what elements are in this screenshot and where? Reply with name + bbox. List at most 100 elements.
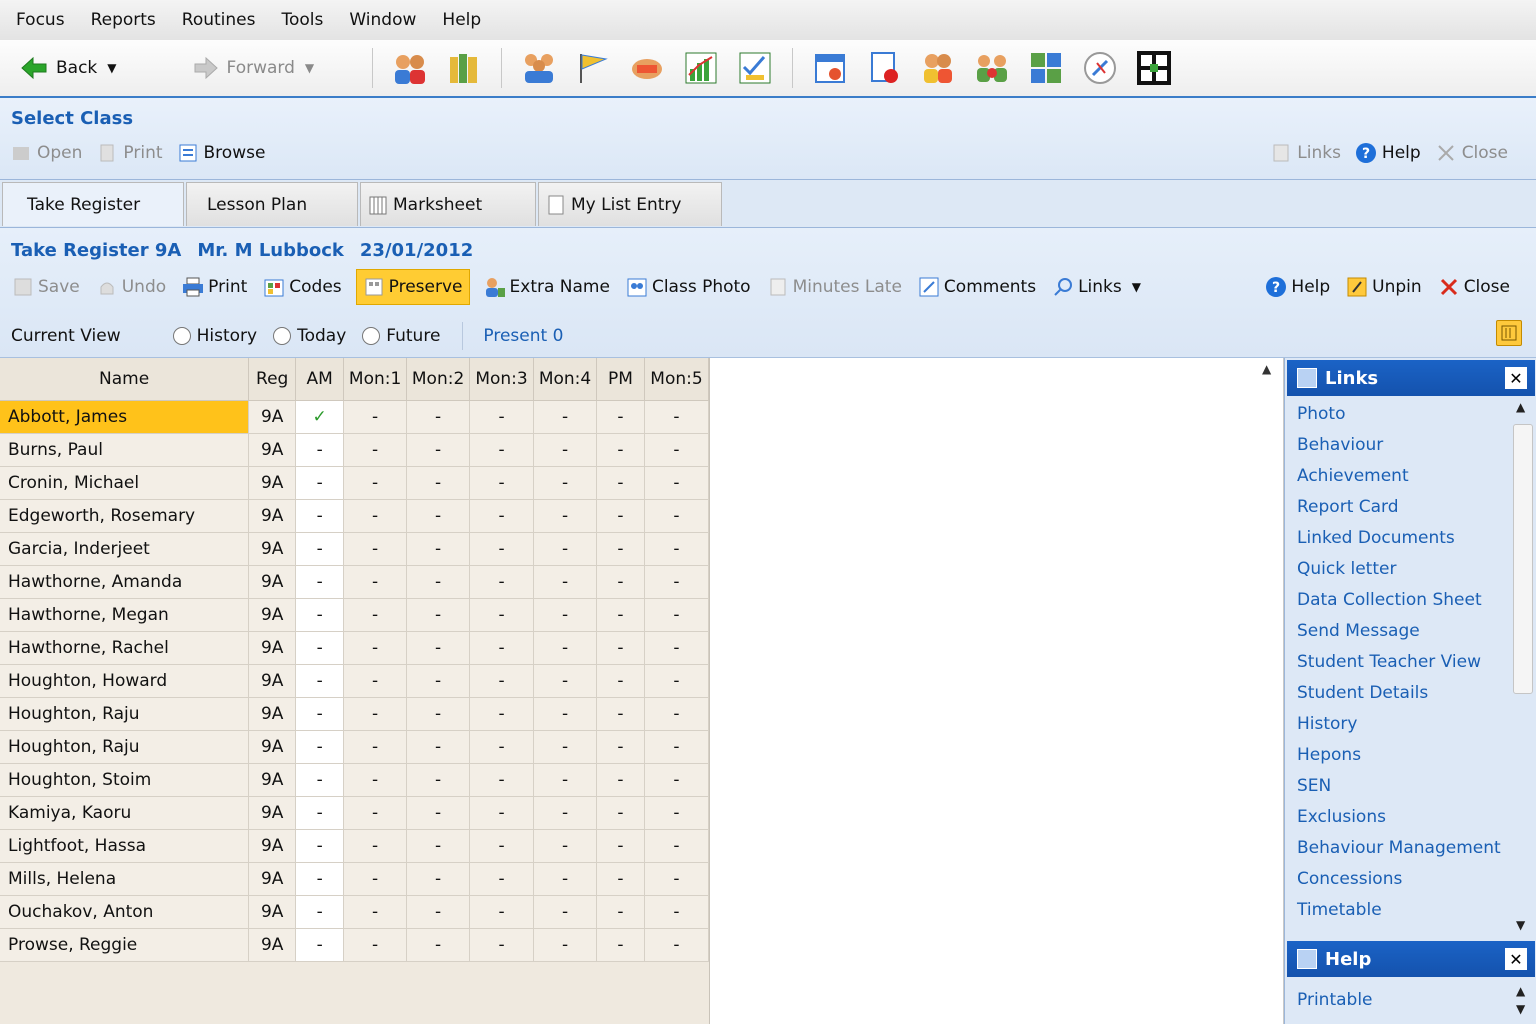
view-today-radio[interactable]: Today	[273, 326, 346, 346]
tab-my-list-entry[interactable]: My List Entry	[538, 182, 722, 226]
help-scroll-up-icon[interactable]: ▲	[1516, 984, 1525, 998]
table-row[interactable]: Lightfoot, Hassa 9A - - - - - - -	[0, 829, 710, 863]
reg-group-cell[interactable]: 9A	[248, 763, 297, 797]
period-mark-cell[interactable]: -	[533, 400, 597, 434]
period-mark-cell[interactable]: -	[406, 598, 471, 632]
reg-group-cell[interactable]: 9A	[248, 499, 297, 533]
period-mark-cell[interactable]: -	[343, 730, 408, 764]
reg-group-cell[interactable]: 9A	[248, 862, 297, 896]
col-mon1-header[interactable]: Mon:1	[343, 358, 408, 401]
save-button[interactable]: Save	[10, 269, 82, 305]
reg-group-cell[interactable]: 9A	[248, 565, 297, 599]
period-mark-cell[interactable]: -	[596, 565, 645, 599]
period-mark-cell[interactable]: -	[469, 565, 535, 599]
panel-pin-icon[interactable]	[1496, 320, 1522, 346]
student-name-cell[interactable]: Abbott, James	[0, 400, 250, 434]
student-name-cell[interactable]: Houghton, Stoim	[0, 763, 250, 797]
grid-people-icon[interactable]	[1026, 48, 1066, 88]
help-button[interactable]: ? Help	[1355, 142, 1421, 164]
period-mark-cell[interactable]: -	[533, 433, 597, 467]
help-scroll-down-icon[interactable]: ▼	[1516, 1002, 1525, 1016]
register-close-button[interactable]: Close	[1436, 269, 1512, 305]
period-mark-cell[interactable]: -	[596, 928, 645, 962]
reg-group-cell[interactable]: 9A	[248, 928, 297, 962]
student-name-cell[interactable]: Hawthorne, Megan	[0, 598, 250, 632]
period-mark-cell[interactable]: -	[596, 730, 645, 764]
staff-pair-icon[interactable]	[918, 48, 958, 88]
period-mark-cell[interactable]: -	[469, 499, 535, 533]
period-mark-cell[interactable]: -	[469, 730, 535, 764]
period-mark-cell[interactable]: -	[343, 499, 408, 533]
student-name-cell[interactable]: Hawthorne, Rachel	[0, 631, 250, 665]
col-reg-header[interactable]: Reg	[248, 358, 297, 401]
am-mark-cell[interactable]: -	[295, 433, 345, 467]
link-item[interactable]: Achievement	[1297, 460, 1507, 491]
period-mark-cell[interactable]: -	[469, 466, 535, 500]
period-mark-cell[interactable]: -	[644, 763, 710, 797]
am-mark-cell[interactable]: -	[295, 631, 345, 665]
period-mark-cell[interactable]: -	[644, 598, 710, 632]
student-name-cell[interactable]: Ouchakov, Anton	[0, 895, 250, 929]
radio-button[interactable]	[172, 327, 191, 345]
period-mark-cell[interactable]: -	[343, 565, 408, 599]
books-icon[interactable]	[444, 48, 484, 88]
table-row[interactable]: Garcia, Inderjeet 9A - - - - - - -	[0, 532, 710, 566]
table-row[interactable]: Hawthorne, Amanda 9A - - - - - - -	[0, 565, 710, 599]
am-mark-cell[interactable]: ✓	[295, 400, 345, 434]
link-item[interactable]: Linked Documents	[1297, 522, 1507, 553]
period-mark-cell[interactable]: -	[644, 466, 710, 500]
period-mark-cell[interactable]: -	[343, 928, 408, 962]
col-name-header[interactable]: Name	[0, 358, 250, 401]
period-mark-cell[interactable]: -	[343, 895, 408, 929]
period-mark-cell[interactable]: -	[644, 565, 710, 599]
link-item[interactable]: Report Card	[1297, 491, 1507, 522]
period-mark-cell[interactable]: -	[343, 598, 408, 632]
period-mark-cell[interactable]: -	[644, 895, 710, 929]
forward-dropdown-icon[interactable]: ▼	[305, 61, 314, 75]
period-mark-cell[interactable]: -	[596, 862, 645, 896]
link-item[interactable]: Quick letter	[1297, 553, 1507, 584]
chart-icon[interactable]	[681, 48, 721, 88]
period-mark-cell[interactable]: -	[469, 697, 535, 731]
period-mark-cell[interactable]: -	[469, 532, 535, 566]
period-mark-cell[interactable]: -	[533, 895, 597, 929]
table-row[interactable]: Cronin, Michael 9A - - - - - - -	[0, 466, 710, 500]
period-mark-cell[interactable]: -	[533, 697, 597, 731]
link-item[interactable]: Student Teacher View	[1297, 646, 1507, 677]
menu-window[interactable]: Window	[349, 10, 416, 30]
table-row[interactable]: Mills, Helena 9A - - - - - - -	[0, 862, 710, 896]
link-item[interactable]: Timetable	[1297, 894, 1507, 925]
period-mark-cell[interactable]: -	[596, 664, 645, 698]
am-mark-cell[interactable]: -	[295, 664, 345, 698]
period-mark-cell[interactable]: -	[406, 433, 471, 467]
period-mark-cell[interactable]: -	[343, 796, 408, 830]
period-mark-cell[interactable]: -	[596, 433, 645, 467]
period-mark-cell[interactable]: -	[406, 565, 471, 599]
period-mark-cell[interactable]: -	[533, 730, 597, 764]
scroll-down-icon[interactable]: ▼	[1516, 918, 1525, 932]
period-mark-cell[interactable]: -	[469, 895, 535, 929]
period-mark-cell[interactable]: -	[343, 532, 408, 566]
period-mark-cell[interactable]: -	[533, 664, 597, 698]
col-mon4-header[interactable]: Mon:4	[533, 358, 597, 401]
period-mark-cell[interactable]: -	[469, 598, 535, 632]
student-name-cell[interactable]: Hawthorne, Amanda	[0, 565, 250, 599]
scroll-thumb[interactable]	[1513, 424, 1533, 694]
undo-button[interactable]: Undo	[94, 269, 168, 305]
reg-group-cell[interactable]: 9A	[248, 532, 297, 566]
period-mark-cell[interactable]: -	[343, 400, 408, 434]
period-mark-cell[interactable]: -	[644, 664, 710, 698]
period-mark-cell[interactable]: -	[596, 631, 645, 665]
print-button[interactable]: Print	[96, 142, 163, 164]
help-link-item[interactable]: Printable	[1297, 984, 1507, 1015]
help-panel-close-icon[interactable]: ✕	[1505, 948, 1527, 970]
reg-group-cell[interactable]: 9A	[248, 895, 297, 929]
links-button[interactable]: Links	[1270, 142, 1341, 164]
menu-routines[interactable]: Routines	[182, 10, 256, 30]
period-mark-cell[interactable]: -	[343, 862, 408, 896]
period-mark-cell[interactable]: -	[644, 400, 710, 434]
menu-help[interactable]: Help	[442, 10, 481, 30]
period-mark-cell[interactable]: -	[596, 895, 645, 929]
back-dropdown-icon[interactable]: ▼	[107, 61, 116, 75]
period-mark-cell[interactable]: -	[533, 862, 597, 896]
